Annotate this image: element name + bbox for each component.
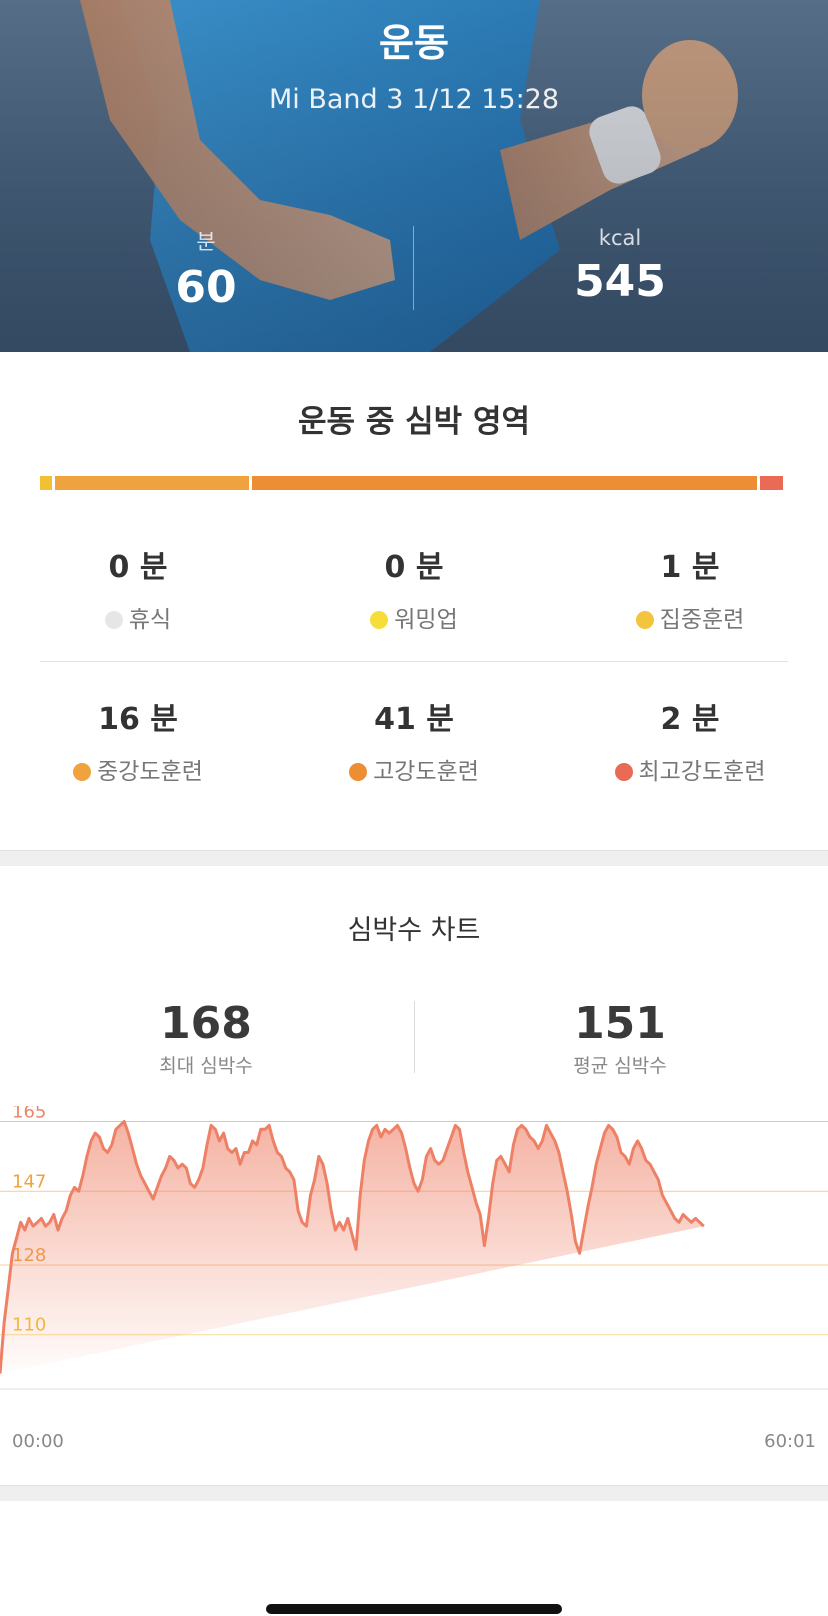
page-title: 운동 <box>379 21 449 65</box>
zone-color-dot <box>370 611 389 629</box>
zone-bar-segment <box>55 476 249 490</box>
chart-title: 심박수 차트 <box>347 915 481 946</box>
zone-bar-segment <box>252 476 757 490</box>
max-hr-value: 168 <box>160 998 252 1049</box>
zone-bar-segment <box>40 476 52 490</box>
avg-hr-value: 151 <box>574 998 666 1049</box>
zone-minutes: 2 분 <box>660 702 720 737</box>
zone-rest: 0 분 휴식 <box>0 542 276 634</box>
calories-stat: kcal 545 <box>470 226 770 307</box>
duration-stat: 분 60 <box>56 226 356 313</box>
zone-minutes: 41 분 <box>374 702 454 737</box>
zone-name: 중강도훈련 <box>97 759 203 785</box>
stat-divider <box>413 226 414 310</box>
duration-label: 분 <box>196 230 216 254</box>
max-heart-rate: 168 최대 심박수 <box>56 998 356 1078</box>
zone-name: 최고강도훈련 <box>638 759 766 785</box>
zone-minutes: 16 분 <box>98 702 178 737</box>
zone-color-dot <box>635 611 654 629</box>
zone-minutes: 1 분 <box>660 550 720 585</box>
max-hr-label: 최대 심박수 <box>159 1055 253 1077</box>
zone-name: 워밍업 <box>394 607 458 633</box>
zone-color-dot <box>73 763 92 781</box>
zone-max: 2 분 최고강도훈련 <box>552 694 828 786</box>
workout-header: 운동 Mi Band 3 1/12 15:28 분 60 kcal 545 <box>0 0 828 352</box>
zone-distribution-bar <box>40 476 783 490</box>
heart-rate-zones-section: 운동 중 심박 영역 0 분 휴식 0 분 워밍업 1 분 집중훈련 16 분 … <box>0 352 828 850</box>
zones-divider <box>40 661 788 662</box>
device-datetime: Mi Band 3 1/12 15:28 <box>268 84 560 115</box>
zone-name: 휴식 <box>128 607 172 633</box>
zone-high: 41 분 고강도훈련 <box>276 694 552 786</box>
heart-rate-chart-section: 심박수 차트 168 최대 심박수 151 평균 심박수 16514712811… <box>0 866 828 1485</box>
zone-minutes: 0 분 <box>108 550 168 585</box>
section-separator <box>0 1485 828 1501</box>
avg-heart-rate: 151 평균 심박수 <box>470 998 770 1078</box>
home-indicator <box>266 1604 562 1614</box>
heart-rate-chart: 165147128110 <box>0 1106 828 1390</box>
zone-warmup: 0 분 워밍업 <box>276 542 552 634</box>
zone-focus: 1 분 집중훈련 <box>552 542 828 634</box>
zone-minutes: 0 분 <box>384 550 444 585</box>
zone-name: 고강도훈련 <box>373 759 479 785</box>
x-axis-end-label: 60:01 <box>764 1431 816 1452</box>
zones-title: 운동 중 심박 영역 <box>297 404 531 440</box>
reference-line-label: 165 <box>12 1106 46 1123</box>
avg-hr-label: 평균 심박수 <box>573 1055 667 1077</box>
zone-moderate: 16 분 중강도훈련 <box>0 694 276 786</box>
calories-label: kcal <box>598 226 642 250</box>
zone-color-dot <box>614 763 633 781</box>
zone-color-dot <box>349 763 368 781</box>
stat-divider <box>414 1001 415 1073</box>
x-axis-start-label: 00:00 <box>12 1431 64 1452</box>
calories-value: 545 <box>574 256 666 307</box>
reference-line-label: 147 <box>12 1171 46 1192</box>
zone-color-dot <box>104 611 123 629</box>
zone-bar-segment <box>760 476 783 490</box>
section-separator <box>0 850 828 866</box>
zone-name: 집중훈련 <box>659 607 745 633</box>
duration-value: 60 <box>175 262 237 313</box>
